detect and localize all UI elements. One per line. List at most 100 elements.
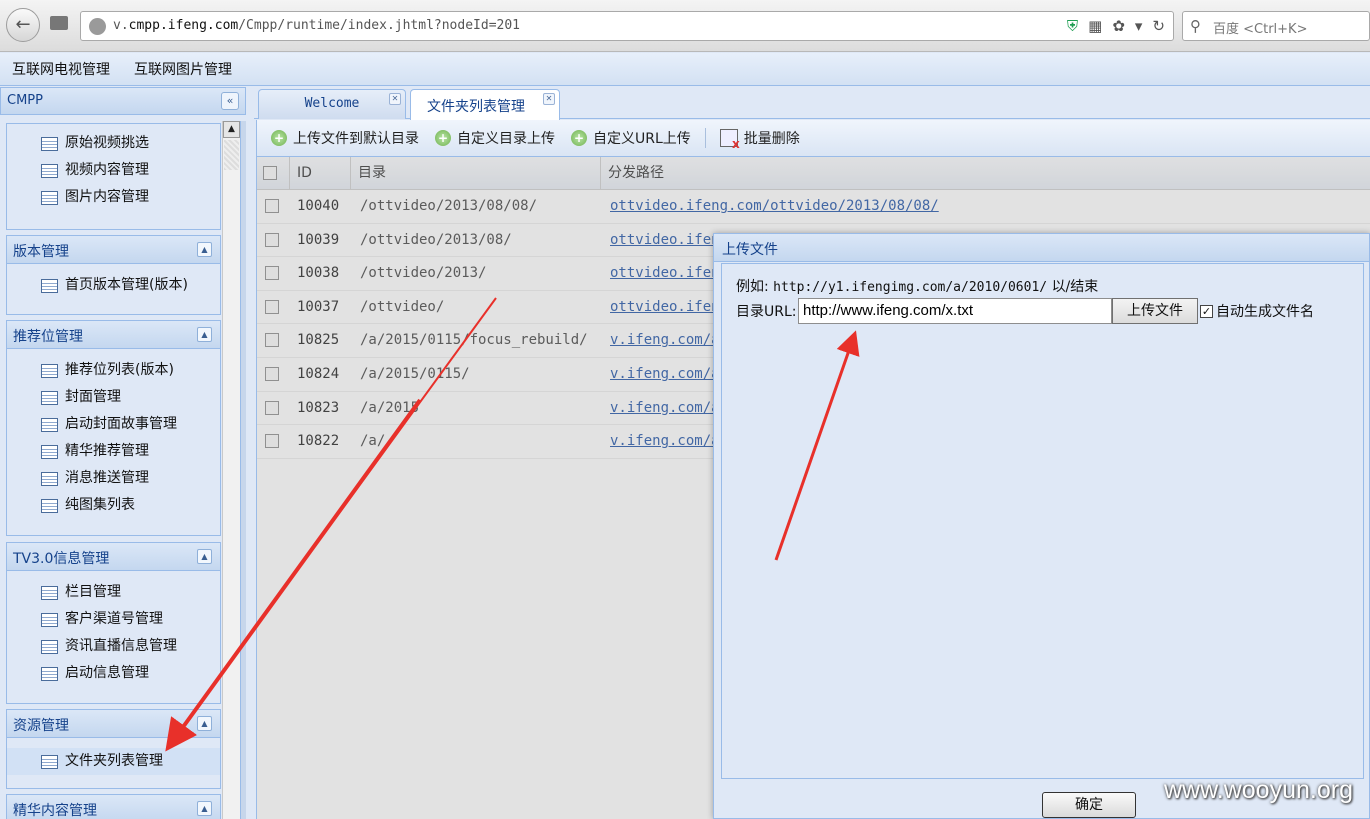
folder-icon[interactable]	[50, 16, 68, 30]
delete-icon	[719, 129, 740, 151]
sidebar-group-version: 版本管理 ▲ 首页版本管理(版本)	[6, 235, 221, 315]
auto-filename-checkbox[interactable]: ✓	[1200, 304, 1213, 318]
collapse-up-icon[interactable]: ▲	[197, 549, 212, 564]
auto-filename-option[interactable]: ✓ 自动生成文件名	[1200, 301, 1314, 321]
add-icon: +	[271, 130, 287, 146]
sidebar-item-featured[interactable]: 精华推荐管理	[7, 438, 220, 465]
directory-url-input[interactable]: http://www.ifeng.com/x.txt	[798, 298, 1112, 324]
panel-splitter[interactable]	[240, 121, 246, 819]
sidebar-group-resource: 资源管理 ▲ 文件夹列表管理	[6, 709, 221, 789]
list-icon	[41, 586, 58, 600]
list-icon	[41, 499, 58, 513]
sidebar-scroll-area: 原始视频挑选 视频内容管理 图片内容管理 版本管理 ▲ 首页版本管理(版本) 推荐…	[0, 121, 222, 819]
close-icon[interactable]: ✕	[389, 93, 401, 105]
sidebar-group-featured-content: 精华内容管理 ▲	[6, 794, 221, 819]
shield-icon[interactable]: ⛨	[1067, 17, 1078, 35]
back-button[interactable]: ←	[6, 8, 40, 42]
dropdown-icon[interactable]: ▾	[1135, 17, 1143, 35]
qrcode-icon[interactable]: ▦	[1088, 17, 1102, 35]
upload-default-button[interactable]: + 上传文件到默认目录	[265, 124, 425, 152]
toolbar-separator	[704, 128, 706, 148]
list-icon	[41, 472, 58, 486]
search-placeholder: 百度 <Ctrl+K>	[1213, 22, 1308, 37]
search-input[interactable]: ⚲ 百度 <Ctrl+K>	[1182, 11, 1370, 41]
example-text: 例如: http://y1.ifengimg.com/a/2010/0601/ …	[736, 279, 1099, 295]
collapse-up-icon[interactable]: ▲	[197, 327, 212, 342]
group-header[interactable]: 版本管理 ▲	[7, 236, 220, 264]
tab-folder-list[interactable]: 文件夹列表管理 ✕	[410, 89, 560, 120]
sidebar-item-gallery[interactable]: 纯图集列表	[7, 492, 220, 519]
collapse-left-icon[interactable]: «	[221, 92, 239, 110]
close-icon[interactable]: ✕	[543, 93, 555, 105]
list-icon	[41, 191, 58, 205]
dialog-title: 上传文件	[722, 242, 778, 258]
sidebar-item-raw-video[interactable]: 原始视频挑选	[7, 130, 220, 157]
extension-icon[interactable]: ✿	[1112, 17, 1125, 35]
sidebar-item-live[interactable]: 资讯直播信息管理	[7, 633, 220, 660]
list-icon	[41, 418, 58, 432]
menu-image-management[interactable]: 互联网图片管理	[134, 59, 232, 79]
sidebar-header: CMPP «	[0, 87, 246, 115]
url-text[interactable]: v.cmpp.ifeng.com/Cmpp/runtime/index.jhtm…	[113, 18, 520, 33]
watermark: www.wooyun.org	[1164, 776, 1353, 804]
sidebar-item-push[interactable]: 消息推送管理	[7, 465, 220, 492]
list-icon	[41, 445, 58, 459]
sidebar-item-recommend-list[interactable]: 推荐位列表(版本)	[7, 357, 220, 384]
top-menu: 互联网电视管理 互联网图片管理	[0, 53, 1370, 86]
globe-icon	[89, 18, 106, 35]
custom-dir-upload-button[interactable]: + 自定义目录上传	[429, 124, 561, 152]
list-icon	[41, 164, 58, 178]
browser-toolbar: ← v.cmpp.ifeng.com/Cmpp/runtime/index.jh…	[0, 0, 1370, 52]
add-icon: +	[435, 130, 451, 146]
scroll-thumb[interactable]	[224, 140, 239, 170]
add-icon: +	[571, 130, 587, 146]
sidebar-item-homepage-version[interactable]: 首页版本管理(版本)	[7, 272, 220, 299]
search-icon: ⚲	[1190, 17, 1201, 35]
sidebar: CMPP « 原始视频挑选 视频内容管理 图片内容管理 版本管理 ▲ 首页版本管理…	[0, 87, 246, 819]
confirm-button[interactable]: 确定	[1042, 792, 1136, 818]
group-header[interactable]: 推荐位管理 ▲	[7, 321, 220, 349]
list-icon	[41, 364, 58, 378]
group-header[interactable]: TV3.0信息管理 ▲	[7, 543, 220, 571]
list-icon	[41, 279, 58, 293]
sidebar-item-startup-cover[interactable]: 启动封面故事管理	[7, 411, 220, 438]
address-bar[interactable]: v.cmpp.ifeng.com/Cmpp/runtime/index.jhtm…	[80, 11, 1174, 41]
sidebar-item-column[interactable]: 栏目管理	[7, 579, 220, 606]
grid-toolbar: +上传文件到默认目录 +自定义目录上传 +自定义URL上传 批量删除	[257, 120, 1370, 157]
address-icons: ⛨ ▦ ✿ ▾ ↻	[1067, 17, 1165, 35]
batch-delete-button[interactable]: 批量删除	[714, 124, 806, 152]
sidebar-group-tv3: TV3.0信息管理 ▲ 栏目管理 客户渠道号管理 资讯直播信息管理 启动信息管理	[6, 542, 221, 704]
sidebar-item-folder-list[interactable]: 文件夹列表管理	[7, 748, 220, 775]
list-icon	[41, 137, 58, 151]
refresh-icon[interactable]: ↻	[1152, 17, 1165, 35]
collapse-up-icon[interactable]: ▲	[197, 716, 212, 731]
menu-tv-management[interactable]: 互联网电视管理	[12, 59, 110, 79]
sidebar-item-startup-info[interactable]: 启动信息管理	[7, 660, 220, 687]
collapse-up-icon[interactable]: ▲	[197, 801, 212, 816]
sidebar-title: CMPP	[7, 93, 43, 108]
sidebar-item-image-content[interactable]: 图片内容管理	[7, 184, 220, 211]
list-icon	[41, 613, 58, 627]
sidebar-item-cover[interactable]: 封面管理	[7, 384, 220, 411]
upload-file-button[interactable]: 上传文件	[1112, 298, 1198, 324]
dialog-header[interactable]: 上传文件	[714, 234, 1369, 262]
list-icon	[41, 755, 58, 769]
url-label: 目录URL:	[736, 304, 797, 320]
sidebar-item-video-content[interactable]: 视频内容管理	[7, 157, 220, 184]
tab-welcome[interactable]: Welcome ✕	[258, 89, 406, 119]
group-header[interactable]: 资源管理 ▲	[7, 710, 220, 738]
tab-strip: Welcome ✕ 文件夹列表管理 ✕	[254, 87, 1370, 120]
list-icon	[41, 391, 58, 405]
collapse-up-icon[interactable]: ▲	[197, 242, 212, 257]
group-header[interactable]: 精华内容管理 ▲	[7, 795, 220, 819]
list-icon	[41, 640, 58, 654]
list-icon	[41, 667, 58, 681]
dialog-body: 例如: http://y1.ifengimg.com/a/2010/0601/ …	[721, 263, 1364, 779]
upload-dialog: 上传文件 例如: http://y1.ifengimg.com/a/2010/0…	[713, 233, 1370, 819]
sidebar-item-channel[interactable]: 客户渠道号管理	[7, 606, 220, 633]
scroll-up-icon[interactable]: ▲	[223, 121, 240, 138]
sidebar-group-recommend: 推荐位管理 ▲ 推荐位列表(版本) 封面管理 启动封面故事管理 精华推荐管理 消息…	[6, 320, 221, 536]
sidebar-group-video: 原始视频挑选 视频内容管理 图片内容管理	[6, 123, 221, 230]
custom-url-upload-button[interactable]: + 自定义URL上传	[565, 124, 697, 152]
sidebar-scrollbar[interactable]: ▲	[222, 121, 240, 819]
